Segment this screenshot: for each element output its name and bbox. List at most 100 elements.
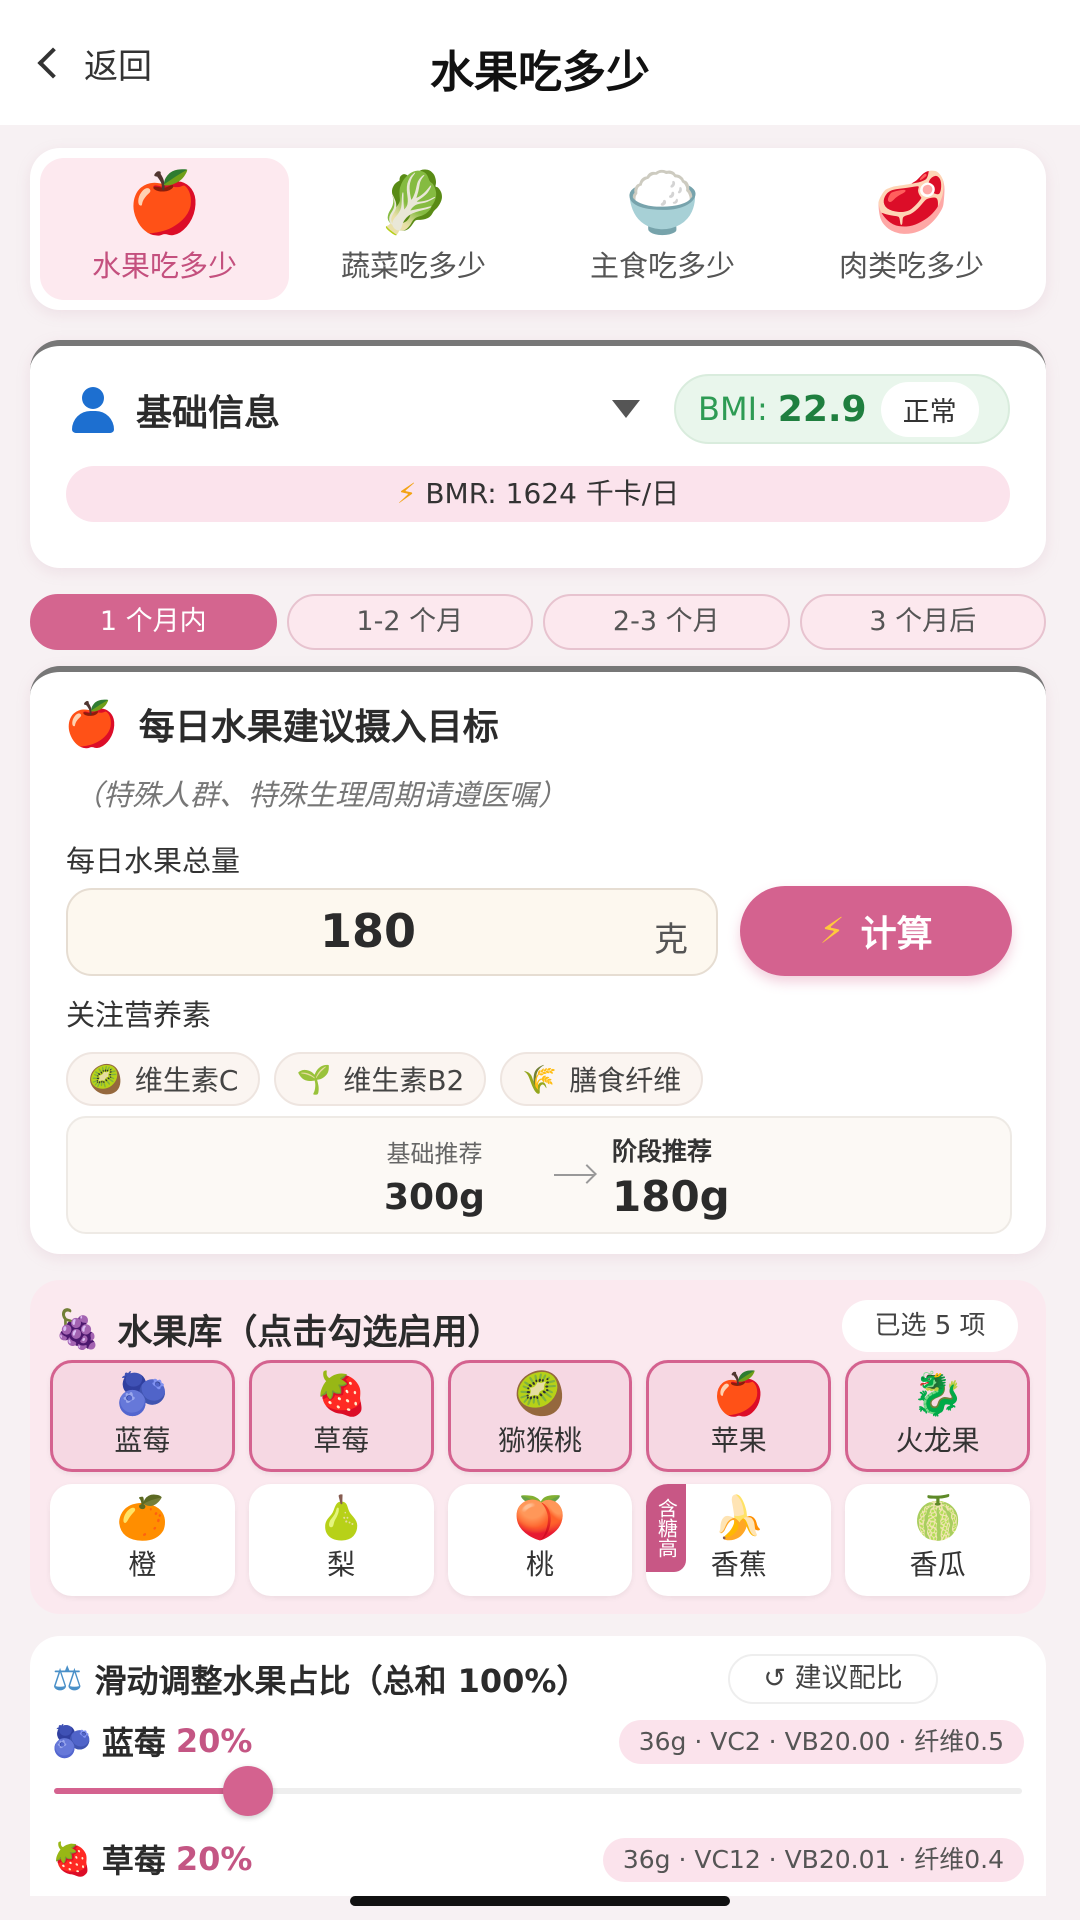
apple-icon: 🍎 — [712, 1369, 765, 1418]
banana-icon: 🍌 — [712, 1493, 765, 1542]
nutrient-label: 维生素B2 — [343, 1064, 465, 1097]
nutrient-label: 维生素C — [134, 1064, 239, 1097]
total-amount-label: 每日水果总量 — [66, 844, 241, 878]
bmi-label: BMI: — [698, 390, 768, 428]
melon-icon: 🍈 — [911, 1493, 964, 1542]
dragonfruit-icon: 🐉 — [911, 1369, 964, 1418]
basic-info-header[interactable]: 基础信息 — [70, 384, 280, 436]
nutrient-chip[interactable]: 🌱 维生素B2 — [274, 1052, 487, 1106]
stage-recommendation: 阶段推荐 180g — [612, 1132, 730, 1221]
tab-label: 蔬菜吃多少 — [340, 249, 486, 283]
person-icon — [70, 387, 116, 433]
period-option[interactable]: 1 个月内 — [30, 594, 277, 650]
fruit-card[interactable]: 🍐 梨 — [248, 1484, 434, 1596]
fruit-name: 香蕉 — [710, 1548, 767, 1581]
daily-target-card: 🍎 每日水果建议摄入目标 （特殊人群、特殊生理周期请遵医嘱） 每日水果总量 18… — [30, 666, 1046, 1254]
fruit-card[interactable]: 🍓 草莓 — [248, 1360, 434, 1472]
fruit-card[interactable]: 🫐 蓝莓 — [50, 1360, 235, 1472]
ratio-slider-thumb[interactable] — [222, 1766, 273, 1816]
ratio-panel: ⚖ 滑动调整水果占比（总和 100%） ↺ 建议配比 🫐 蓝莓 20% 36g … — [30, 1636, 1046, 1896]
period-option[interactable]: 1-2 个月 — [286, 594, 533, 650]
base-value: 300g — [384, 1177, 485, 1218]
ratio-fruit-name: 草莓 — [101, 1842, 166, 1880]
fruit-name: 橙 — [128, 1548, 157, 1581]
period-selector: 1 个月内 1-2 个月 2-3 个月 3 个月后 — [30, 594, 1046, 650]
fruit-library: 🍇 水果库（点击勾选启用） 已选 5 项 🫐 蓝莓 🍓 草莓 🥝 猕猴桃 🍎 苹果 🐉 火龙果 🍊 橙… — [30, 1280, 1046, 1614]
page-title: 水果吃多少 — [430, 47, 650, 98]
fruit-card[interactable]: 🍊 橙 — [50, 1484, 235, 1596]
fruit-name: 桃 — [525, 1548, 554, 1581]
suggest-label: 建议配比 — [794, 1663, 903, 1694]
category-tabs: 🍎 水果吃多少 🥬 蔬菜吃多少 🍚 主食吃多少 🥩 肉类吃多少 — [30, 148, 1046, 310]
tab-label: 主食吃多少 — [589, 249, 735, 283]
bmr-text: BMR: 1624 千卡/日 — [425, 477, 680, 510]
calculate-label: 计算 — [860, 914, 933, 955]
ratio-nutrition-info: 36g · VC12 · VB20.01 · 纤维0.4 — [602, 1838, 1024, 1882]
fruit-card[interactable]: 🥝 猕猴桃 — [447, 1360, 633, 1472]
bmi-pill: BMI: 22.9 正常 — [674, 374, 1010, 444]
refresh-icon: ↺ — [763, 1663, 787, 1694]
fruit-name: 梨 — [327, 1548, 356, 1581]
ratio-percent: 20% — [175, 1722, 253, 1760]
nutrient-chips: 🥝 维生素C 🌱 维生素B2 🌾 膳食纤维 — [66, 1052, 704, 1106]
target-title: 每日水果建议摄入目标 — [138, 707, 499, 748]
ratio-row: 🫐 蓝莓 20% — [52, 1718, 252, 1764]
nutrients-label: 关注营养素 — [66, 998, 212, 1032]
nutrient-chip[interactable]: 🌾 膳食纤维 — [500, 1052, 704, 1106]
vegetable-icon: 🥬 — [376, 168, 451, 238]
fruit-card[interactable]: 🍎 苹果 — [646, 1360, 832, 1472]
suggest-ratio-button[interactable]: ↺ 建议配比 — [728, 1654, 938, 1704]
fruit-name: 火龙果 — [895, 1424, 980, 1457]
target-header: 🍎 每日水果建议摄入目标 — [64, 698, 499, 750]
sprout-icon: 🌱 — [296, 1062, 332, 1096]
fruit-card[interactable]: 🍑 桃 — [447, 1484, 633, 1596]
tab-vegetable[interactable]: 🥬 蔬菜吃多少 — [289, 158, 538, 300]
ratio-slider-fill — [54, 1788, 248, 1794]
base-label: 基础推荐 — [386, 1140, 483, 1168]
grapes-icon: 🍇 — [54, 1307, 102, 1351]
ratio-title: 滑动调整水果占比（总和 100%） — [94, 1662, 589, 1700]
bmi-value: 22.9 — [777, 388, 867, 430]
kiwi-icon: 🥝 — [513, 1369, 567, 1418]
fruit-name: 苹果 — [710, 1424, 767, 1457]
basic-info-title: 基础信息 — [136, 393, 281, 434]
tab-fruit[interactable]: 🍎 水果吃多少 — [40, 158, 289, 300]
lightning-icon: ⚡ — [396, 477, 417, 510]
selected-count-badge: 已选 5 项 — [842, 1300, 1018, 1352]
stage-label: 阶段推荐 — [612, 1137, 713, 1166]
fruit-grid: 🫐 蓝莓 🍓 草莓 🥝 猕猴桃 🍎 苹果 🐉 火龙果 🍊 橙 🍐 梨 🍑 桃含糖高 🍌 香蕉 🍈 香瓜 — [50, 1360, 1030, 1596]
lightning-icon: ⚡ — [819, 910, 845, 952]
basic-info-card: 基础信息 BMI: 22.9 正常 ⚡ BMR: 1624 千卡/日 — [30, 340, 1046, 568]
strawberry-icon: 🍓 — [315, 1369, 368, 1418]
ratio-slider-track[interactable] — [54, 1788, 1022, 1794]
tab-staple[interactable]: 🍚 主食吃多少 — [538, 158, 787, 300]
tab-meat[interactable]: 🥩 肉类吃多少 — [787, 158, 1036, 300]
ratio-header: ⚖ 滑动调整水果占比（总和 100%） — [52, 1656, 589, 1702]
apple-icon: 🍎 — [64, 699, 119, 750]
peach-icon: 🍑 — [513, 1493, 567, 1542]
kiwi-icon: 🥝 — [88, 1062, 123, 1096]
grain-icon: 🌾 — [522, 1062, 558, 1096]
tab-label: 水果吃多少 — [91, 249, 237, 283]
fruit-card[interactable]: 含糖高 🍌 香蕉 — [646, 1484, 832, 1596]
library-title: 水果库（点击勾选启用） — [117, 1313, 503, 1353]
fruit-card[interactable]: 🐉 火龙果 — [845, 1360, 1030, 1472]
total-amount-input[interactable]: 180 克 — [66, 888, 718, 976]
ratio-fruit-name: 蓝莓 — [101, 1724, 166, 1762]
calculate-button[interactable]: ⚡ 计算 — [740, 886, 1012, 976]
library-header: 🍇 水果库（点击勾选启用） — [54, 1304, 502, 1355]
period-option[interactable]: 2-3 个月 — [543, 594, 790, 650]
nutrient-chip[interactable]: 🥝 维生素C — [66, 1052, 261, 1106]
ratio-percent: 20% — [175, 1840, 253, 1878]
ratio-nutrition-info: 36g · VC2 · VB20.00 · 纤维0.5 — [618, 1720, 1024, 1764]
period-option[interactable]: 3 个月后 — [799, 594, 1046, 650]
fruit-card[interactable]: 🍈 香瓜 — [845, 1484, 1030, 1596]
fruit-name: 草莓 — [313, 1424, 370, 1457]
unit-label: 克 — [654, 920, 688, 960]
nutrient-label: 膳食纤维 — [569, 1064, 682, 1097]
tab-label: 肉类吃多少 — [838, 249, 984, 283]
fruit-name: 蓝莓 — [114, 1424, 171, 1457]
orange-icon: 🍊 — [116, 1493, 169, 1542]
apple-icon: 🍎 — [127, 168, 202, 238]
dropdown-arrow-icon[interactable] — [612, 400, 640, 418]
